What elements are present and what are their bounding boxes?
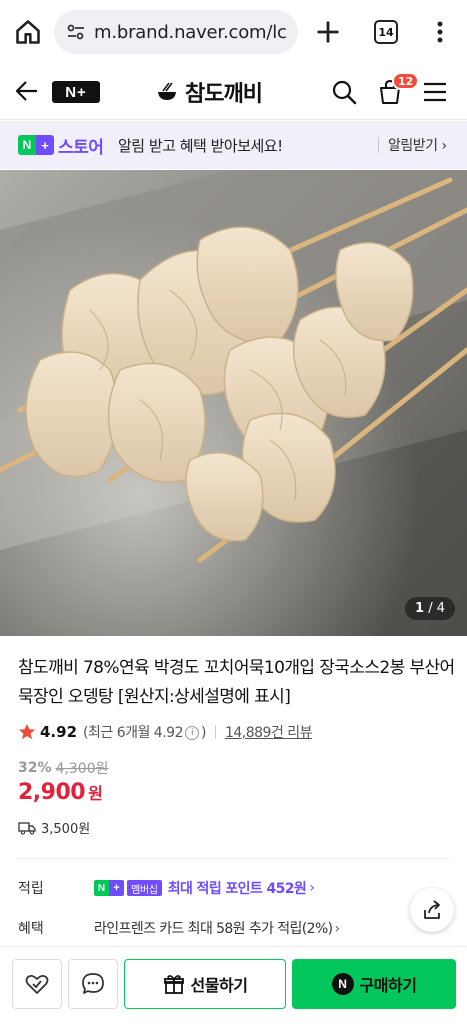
image-counter: 1 / 4 — [405, 597, 455, 620]
price-row: 2,900 원 — [18, 780, 103, 805]
heart-check-icon — [25, 974, 49, 994]
cart-count-badge: 12 — [392, 72, 420, 90]
section-divider — [18, 858, 449, 859]
bottom-action-bar: 선물하기 N 구매하기 — [0, 946, 467, 1024]
url-text: m.brand.naver.com/lc — [94, 21, 287, 43]
info-icon[interactable]: i — [184, 726, 199, 740]
sale-price: 2,900 — [18, 780, 86, 805]
gift-label: 선물하기 — [190, 976, 248, 995]
gift-button[interactable]: 선물하기 — [124, 959, 286, 1009]
product-photo — [0, 170, 467, 636]
talk-talk-button[interactable] — [68, 959, 118, 1009]
card-benefit-link[interactable]: 라인프렌즈 카드 최대 58원 추가 적립(2%) › — [94, 918, 340, 938]
banner-message: 알림 받고 혜택 받아보세요! — [118, 137, 283, 155]
star-icon — [18, 723, 36, 740]
recent-rating: (최근 6개월 4.92 i) — [83, 725, 206, 741]
chat-bubble-icon — [82, 973, 104, 994]
truck-icon — [18, 821, 36, 835]
site-settings-icon[interactable] — [66, 22, 86, 42]
shipping-fee: 3,500원 — [41, 822, 91, 837]
npay-icon: N — [331, 973, 354, 995]
discount-row: 32% 4,300원 — [18, 758, 108, 778]
store-word: 스토어 — [58, 138, 104, 158]
notify-button[interactable]: 알림받기 › — [388, 135, 447, 155]
review-count-link[interactable]: 14,889건 리뷰 — [225, 722, 313, 742]
points-text: 최대 적립 포인트 452원 — [167, 881, 307, 897]
share-button[interactable] — [410, 888, 454, 932]
chevron-right-icon: › — [309, 880, 315, 896]
plus-icon[interactable] — [314, 18, 342, 46]
original-price: 4,300원 — [55, 761, 109, 777]
home-icon[interactable] — [14, 18, 42, 46]
banner-divider — [378, 137, 379, 153]
bowl-logo-icon — [158, 82, 176, 100]
product-image-gallery[interactable]: 1 / 4 — [0, 170, 467, 636]
rating-divider — [214, 725, 216, 739]
membership-tag: 멤버십 — [127, 880, 162, 896]
shipping-row: 3,500원 — [18, 818, 90, 837]
more-vert-icon[interactable] — [430, 18, 450, 46]
discount-rate: 32% — [18, 760, 52, 776]
points-label: 적립 — [18, 881, 44, 897]
back-arrow-icon[interactable] — [14, 78, 40, 104]
tabs-icon[interactable]: 14 — [374, 20, 398, 44]
nplus-small-badge: N + — [94, 880, 124, 896]
nplus-badge: N + — [18, 135, 54, 155]
rating-row: 4.92 (최근 6개월 4.92 i) 14,889건 리뷰 — [18, 722, 313, 742]
search-icon[interactable] — [330, 78, 358, 106]
store-notification-banner: N + 스토어 알림 받고 혜택 받아보세요! 알림받기 › — [0, 121, 467, 169]
brand-logo[interactable]: 참도깨비 — [155, 76, 263, 108]
rating-score: 4.92 — [40, 723, 78, 741]
benefit-label: 혜택 — [18, 921, 44, 937]
browser-toolbar: m.brand.naver.com/lc 14 — [0, 0, 467, 64]
gift-icon — [163, 975, 184, 994]
buy-button[interactable]: N 구매하기 — [292, 959, 456, 1009]
brand-name: 참도깨비 — [185, 82, 263, 107]
wishlist-button[interactable] — [12, 959, 62, 1009]
nplus-logo[interactable]: N+ — [52, 81, 100, 103]
address-bar[interactable]: m.brand.naver.com/lc — [54, 10, 298, 54]
max-points-link[interactable]: N + 멤버십 최대 적립 포인트 452원 › — [94, 878, 315, 898]
hamburger-menu-icon[interactable] — [422, 79, 448, 105]
site-header: N+ 참도깨비 12 — [0, 64, 467, 120]
share-icon — [424, 900, 440, 919]
chevron-right-icon: › — [334, 921, 341, 937]
currency-unit: 원 — [88, 784, 103, 803]
buy-label: 구매하기 — [359, 976, 417, 995]
product-title: 참도깨비 78%연육 박경도 꼬치어묵10개입 장국소스2봉 부산어묵장인 오뎅… — [18, 658, 455, 707]
